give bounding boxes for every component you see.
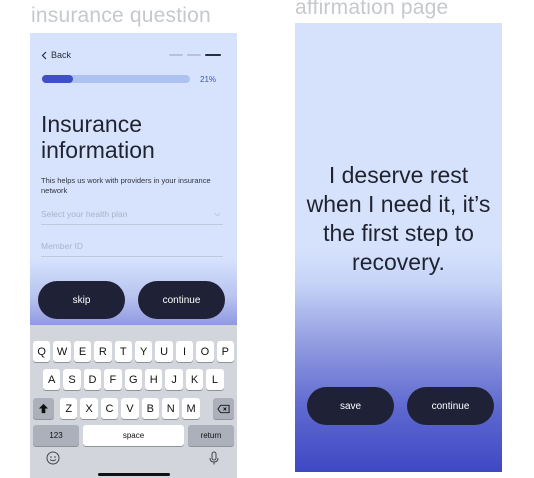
- key-h[interactable]: H: [145, 369, 163, 390]
- key-k[interactable]: K: [185, 369, 204, 390]
- progress-bar: [42, 75, 190, 83]
- key-c[interactable]: C: [100, 398, 119, 419]
- chevron-down-icon: [214, 212, 221, 217]
- key-g[interactable]: G: [124, 369, 142, 390]
- key-p[interactable]: P: [216, 341, 234, 362]
- page-title: Insurance information: [41, 111, 155, 163]
- key-y[interactable]: Y: [135, 341, 153, 362]
- page-dot: [169, 54, 183, 56]
- affirmation-screen: I deserve rest when I need it, it’s the …: [295, 23, 502, 472]
- member-id-input[interactable]: [41, 241, 223, 251]
- insurance-screen: Back 21% Insurance information This help…: [30, 33, 237, 478]
- back-label: Back: [51, 50, 72, 60]
- key-b[interactable]: B: [141, 398, 159, 419]
- shift-key[interactable]: [33, 398, 54, 419]
- key-i[interactable]: I: [175, 341, 194, 362]
- key-f[interactable]: F: [104, 369, 122, 390]
- emoji-icon[interactable]: [46, 451, 60, 465]
- keyboard: QWERTYUIOP ASDFGHJKL ZXCVBNM 123 space r…: [30, 325, 237, 478]
- home-indicator: [98, 473, 170, 476]
- page-dot-active: [205, 54, 221, 56]
- key-m[interactable]: M: [182, 398, 200, 419]
- save-button[interactable]: save: [307, 387, 394, 425]
- screen-label-affirmation: affirmation page: [295, 0, 449, 19]
- chevron-left-icon: [41, 51, 47, 59]
- key-e[interactable]: E: [73, 341, 92, 362]
- key-l[interactable]: L: [206, 369, 224, 390]
- continue-button[interactable]: continue: [138, 281, 225, 319]
- affirmation-text: I deserve rest when I need it, it’s the …: [306, 162, 491, 275]
- key-n[interactable]: N: [162, 398, 180, 419]
- progress-fill: [42, 75, 74, 83]
- shift-arrow-icon: [38, 403, 49, 414]
- health-plan-select[interactable]: [41, 209, 223, 225]
- back-button[interactable]: Back: [41, 50, 71, 60]
- progress-percent: 21%: [200, 75, 217, 84]
- key-j[interactable]: J: [165, 369, 183, 390]
- page-dot: [187, 54, 201, 56]
- key-q[interactable]: Q: [33, 341, 51, 362]
- health-plan-input[interactable]: [41, 209, 223, 219]
- skip-button[interactable]: skip: [38, 281, 125, 319]
- continue-button[interactable]: continue: [407, 387, 494, 425]
- numbers-key[interactable]: 123: [33, 425, 79, 446]
- key-s[interactable]: S: [63, 369, 81, 390]
- key-o[interactable]: O: [196, 341, 214, 362]
- key-w[interactable]: W: [53, 341, 71, 362]
- backspace-icon: [217, 404, 230, 413]
- key-d[interactable]: D: [83, 369, 102, 390]
- microphone-icon[interactable]: [207, 451, 221, 465]
- key-x[interactable]: X: [80, 398, 98, 419]
- key-u[interactable]: U: [155, 341, 173, 362]
- key-t[interactable]: T: [114, 341, 132, 362]
- key-z[interactable]: Z: [60, 398, 78, 419]
- page-indicator: [169, 54, 221, 56]
- member-id-field[interactable]: [41, 241, 223, 257]
- screen-label-insurance: insurance question: [31, 4, 211, 27]
- key-v[interactable]: V: [121, 398, 139, 419]
- key-r[interactable]: R: [94, 341, 112, 362]
- delete-key[interactable]: [213, 398, 234, 419]
- page-subtitle: This helps us work with providers in you…: [41, 176, 211, 195]
- key-a[interactable]: A: [43, 369, 61, 390]
- return-key[interactable]: return: [188, 425, 234, 446]
- space-key[interactable]: space: [83, 425, 184, 446]
